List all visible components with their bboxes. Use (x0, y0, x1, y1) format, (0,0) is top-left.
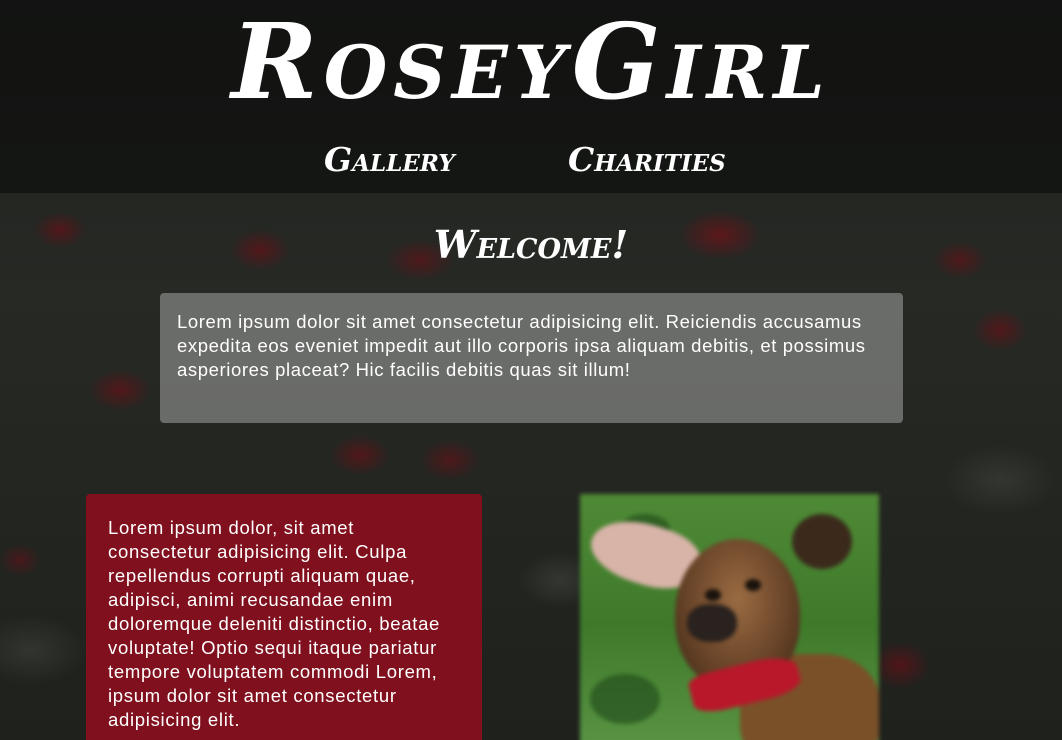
dog-ear-right (792, 514, 852, 569)
site-header: RoseyGirl Gallery Charities (0, 0, 1062, 193)
dog-eye-left (705, 589, 721, 601)
nav-link-gallery[interactable]: Gallery (324, 140, 455, 180)
dog-photo (580, 494, 879, 740)
dog-snout (687, 604, 737, 642)
page-heading: Welcome! (433, 222, 629, 267)
intro-text-box: Lorem ipsum dolor sit amet consectetur a… (160, 293, 903, 423)
side-text-box: Lorem ipsum dolor, sit amet consectetur … (86, 494, 482, 740)
dog-eye-right (745, 579, 761, 591)
nav-link-charities[interactable]: Charities (568, 140, 726, 180)
main-nav: Gallery Charities (0, 140, 1062, 180)
site-logo[interactable]: RoseyGirl (0, 2, 1062, 122)
